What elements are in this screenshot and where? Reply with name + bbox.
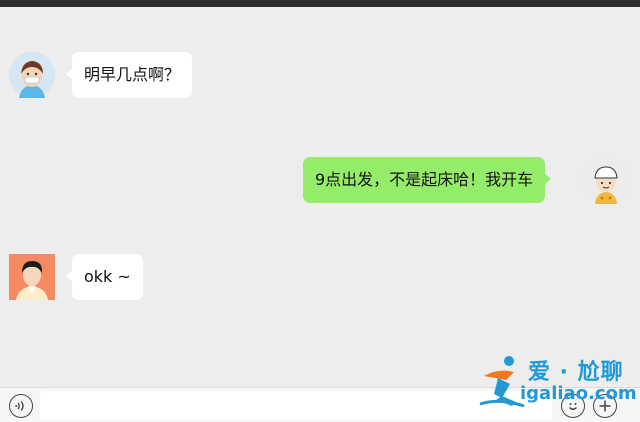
emoji-button[interactable] (561, 394, 585, 418)
message-bubble[interactable]: 明早几点啊？ (65, 52, 193, 98)
message-text: 明早几点啊？ (84, 65, 181, 84)
message-bubble[interactable]: 9点出发，不是起床哈！我开车 (303, 157, 552, 203)
avatar-man[interactable] (9, 254, 55, 300)
voice-icon (15, 401, 24, 411)
boy-avatar-icon (583, 158, 629, 204)
avatar-girl[interactable] (9, 52, 55, 98)
chat-input-bar (0, 387, 640, 422)
message-text: okk ~ (84, 267, 131, 286)
watermark-brand: 爱 · 尬聊 (528, 360, 624, 385)
girl-avatar-icon (9, 52, 55, 98)
plus-button[interactable] (593, 394, 617, 418)
message-text: 9点出发，不是起床哈！我开车 (315, 170, 534, 189)
voice-button[interactable] (9, 394, 33, 418)
message-bubble[interactable]: okk ~ (66, 254, 143, 300)
avatar-boy[interactable] (583, 158, 629, 204)
plus-icon (599, 400, 611, 412)
emoji-icon (569, 403, 577, 410)
top-status-strip (0, 0, 640, 7)
man-avatar-icon (9, 254, 55, 300)
message-input[interactable] (40, 391, 552, 420)
